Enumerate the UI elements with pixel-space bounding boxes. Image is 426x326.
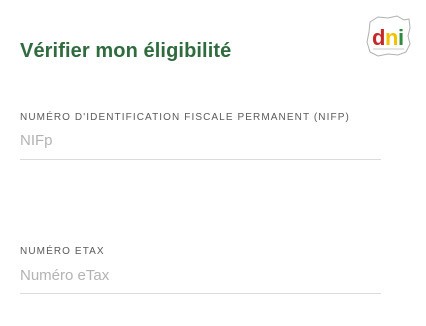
svg-text:n: n: [385, 25, 398, 50]
dni-logo: d n i: [364, 14, 412, 58]
form-title: Vérifier mon éligibilité: [20, 40, 232, 62]
nifp-field: NUMÉRO D'IDENTIFICATION FISCALE PERMANEN…: [20, 111, 381, 160]
nifp-label: NUMÉRO D'IDENTIFICATION FISCALE PERMANEN…: [20, 112, 350, 123]
eligibility-form-card: Vérifier mon éligibilité d n i NUMÉRO D'…: [0, 0, 426, 326]
svg-text:i: i: [398, 25, 404, 50]
etax-label: NUMÉRO ETAX: [20, 246, 105, 257]
etax-field: NUMÉRO ETAX: [20, 245, 381, 294]
dni-logo-icon: d n i: [366, 15, 411, 57]
nifp-input[interactable]: [20, 129, 381, 160]
svg-text:d: d: [372, 25, 385, 50]
etax-input[interactable]: [20, 264, 381, 294]
